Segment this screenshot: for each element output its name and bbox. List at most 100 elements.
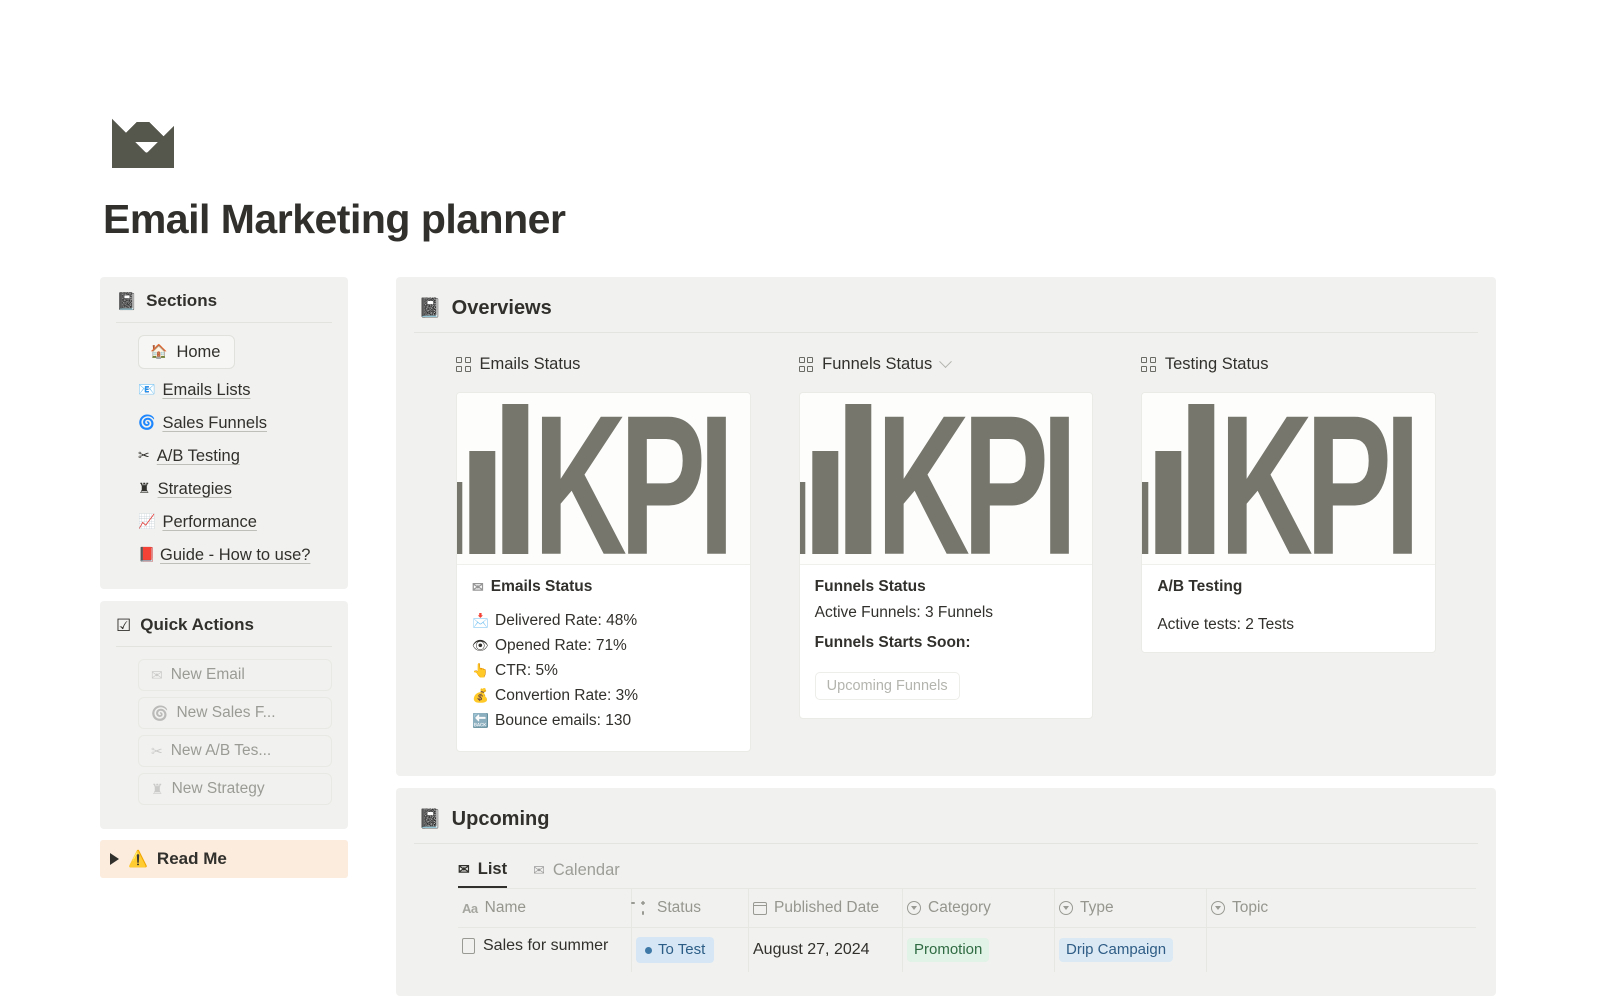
stat-conversion-rate: 💰 Convertion Rate: 3% [472, 683, 735, 708]
sidebar-item-label: Emails Lists [162, 381, 251, 399]
sidebar: 📓 Sections 🏠 Home 📧 Emails Lists 🌀 Sales… [100, 277, 348, 878]
sidebar-item-label: Strategies [157, 480, 232, 498]
app-root: Email Marketing planner 📓 Sections 🏠 Hom… [0, 0, 1600, 999]
pointing-up-icon: 👆 [472, 663, 489, 678]
upcoming-funnels-placeholder[interactable]: Upcoming Funnels [814, 672, 960, 700]
column-header-topic[interactable]: Topic [1207, 889, 1447, 927]
select-icon [1211, 901, 1225, 915]
sidebar-item-performance[interactable]: 📈 Performance [138, 506, 332, 539]
testing-status-card[interactable]: KPI A/B Testing Active tests: 2 Tests [1141, 392, 1437, 653]
sections-panel-header: 📓 Sections [116, 291, 332, 323]
overviews-section: 📓 Overviews Emails Status KPI ✉ Emails S… [396, 277, 1496, 776]
upcoming-section: 📓 Upcoming ✉ List ✉ Calendar Aa Name Sta… [396, 788, 1496, 996]
cell-topic[interactable] [1207, 928, 1447, 972]
kpi-bar-3 [1187, 403, 1214, 554]
column-header-published-date[interactable]: Published Date [749, 889, 903, 927]
column-header-type[interactable]: Type [1055, 889, 1207, 927]
emails-status-column: Emails Status KPI ✉ Emails Status 📩 Deli… [456, 355, 751, 752]
sidebar-item-label: Guide - How to use? [160, 546, 311, 564]
category-badge: Promotion [907, 938, 990, 962]
column-label: Name [484, 899, 526, 916]
card-title: Funnels Status [815, 578, 1078, 596]
sidebar-item-home[interactable]: 🏠 Home [138, 335, 236, 369]
overview-cards: Emails Status KPI ✉ Emails Status 📩 Deli… [414, 355, 1478, 752]
sidebar-item-guide[interactable]: 📕 Guide - How to use? [138, 539, 332, 571]
cell-status[interactable]: To Test [632, 928, 749, 972]
card-title-text: Funnels Status [814, 578, 926, 595]
kpi-bar-2 [1154, 450, 1181, 554]
notebook-icon: 📓 [418, 298, 442, 319]
column-label: Published Date [774, 899, 880, 916]
envelope-icon: ✉ [151, 666, 163, 683]
new-ab-test-button[interactable]: ✂ New A/B Tes... [138, 735, 332, 767]
calendar-icon [753, 901, 767, 915]
stat-delivered-rate: 📩 Delivered Rate: 48% [472, 608, 735, 633]
funnels-status-column: Funnels Status KPI Funnels Status Active… [798, 355, 1094, 752]
home-icon: 🏠 [150, 343, 168, 359]
card-label-text: Funnels Status [822, 355, 933, 373]
new-email-button[interactable]: ✉ New Email [138, 659, 332, 691]
table-header-row: Aa Name Status Published Date Category T… [458, 888, 1476, 927]
card-body: Funnels Status Active Funnels: 3 Funnels… [800, 565, 1093, 718]
back-arrow-icon: 🔙 [472, 713, 489, 728]
kpi-bar-3 [845, 403, 872, 554]
active-tests-text: Active tests: 2 Tests [1157, 616, 1295, 633]
split-link-icon: ✂ [138, 447, 150, 463]
tab-label: Calendar [552, 861, 620, 879]
funnels-status-label[interactable]: Funnels Status [798, 355, 1094, 374]
sections-nav-list: 🏠 Home 📧 Emails Lists 🌀 Sales Funnels ✂ … [116, 335, 332, 571]
stat-text: Delivered Rate: 48% [495, 612, 638, 629]
envelope-icon: ✉ [458, 861, 470, 877]
new-strategy-button[interactable]: ♜ New Strategy [138, 773, 332, 805]
column-label: Type [1080, 899, 1114, 916]
section-label-text: Funnels Starts Soon: [814, 634, 971, 651]
grid-icon [456, 357, 471, 372]
aa-icon: Aa [462, 900, 478, 916]
kpi-word: KPI [876, 393, 1077, 565]
sidebar-item-ab-testing[interactable]: ✂ A/B Testing [138, 440, 332, 473]
emails-status-card[interactable]: KPI ✉ Emails Status 📩 Delivered Rate: 48… [456, 392, 751, 752]
card-title-text: Emails Status [490, 578, 593, 595]
kpi-bar-3 [502, 403, 529, 554]
funnels-starts-soon-label: Funnels Starts Soon: [815, 634, 1078, 652]
kpi-bar-2 [469, 450, 496, 554]
tab-list[interactable]: ✉ List [458, 860, 508, 888]
sidebar-item-emails-lists[interactable]: 📧 Emails Lists [138, 374, 332, 407]
card-label-text: Testing Status [1164, 355, 1269, 373]
kpi-bar-1 [1142, 481, 1148, 554]
chess-rook-icon: ♜ [151, 780, 164, 797]
incoming-envelope-icon: 📩 [472, 613, 489, 628]
tab-calendar[interactable]: ✉ Calendar [533, 860, 620, 888]
new-sales-funnel-button[interactable]: 🌀 New Sales F... [138, 697, 332, 729]
cell-name[interactable]: Sales for summer [458, 928, 632, 972]
quick-actions-title: Quick Actions [140, 615, 254, 634]
card-body: A/B Testing Active tests: 2 Tests [1142, 565, 1435, 652]
upcoming-header: 📓 Upcoming [414, 802, 1478, 844]
testing-status-label[interactable]: Testing Status [1141, 355, 1436, 374]
chart-link-icon: 📈 [138, 513, 156, 529]
active-funnels-text: Active Funnels: 3 Funnels [814, 604, 994, 621]
select-icon [1059, 901, 1073, 915]
kpi-graphic: KPI [799, 393, 1093, 565]
read-me-toggle[interactable]: ⚠️ Read Me [100, 840, 348, 878]
cell-type[interactable]: Drip Campaign [1055, 928, 1207, 972]
chevron-down-icon[interactable] [939, 355, 953, 369]
cell-published-date[interactable]: August 27, 2024 [749, 928, 903, 972]
column-header-name[interactable]: Aa Name [458, 889, 632, 927]
emails-status-label[interactable]: Emails Status [456, 355, 751, 374]
column-label: Status [657, 899, 701, 916]
column-header-status[interactable]: Status [632, 889, 749, 927]
sidebar-item-sales-funnels[interactable]: 🌀 Sales Funnels [138, 407, 332, 440]
warning-icon: ⚠️ [128, 851, 148, 868]
card-label-text: Emails Status [479, 355, 581, 373]
column-header-category[interactable]: Category [903, 889, 1055, 927]
spinner-icon [636, 901, 650, 915]
funnels-status-card[interactable]: KPI Funnels Status Active Funnels: 3 Fun… [798, 392, 1094, 719]
kpi-bar-2 [812, 450, 839, 554]
cell-name-text: Sales for summer [483, 937, 609, 954]
sidebar-item-label: Performance [162, 513, 257, 531]
status-dot-icon [645, 946, 652, 954]
table-row[interactable]: Sales for summer To Test August 27, 2024… [458, 927, 1476, 972]
cell-category[interactable]: Promotion [903, 928, 1055, 972]
sidebar-item-strategies[interactable]: ♜ Strategies [138, 473, 332, 506]
